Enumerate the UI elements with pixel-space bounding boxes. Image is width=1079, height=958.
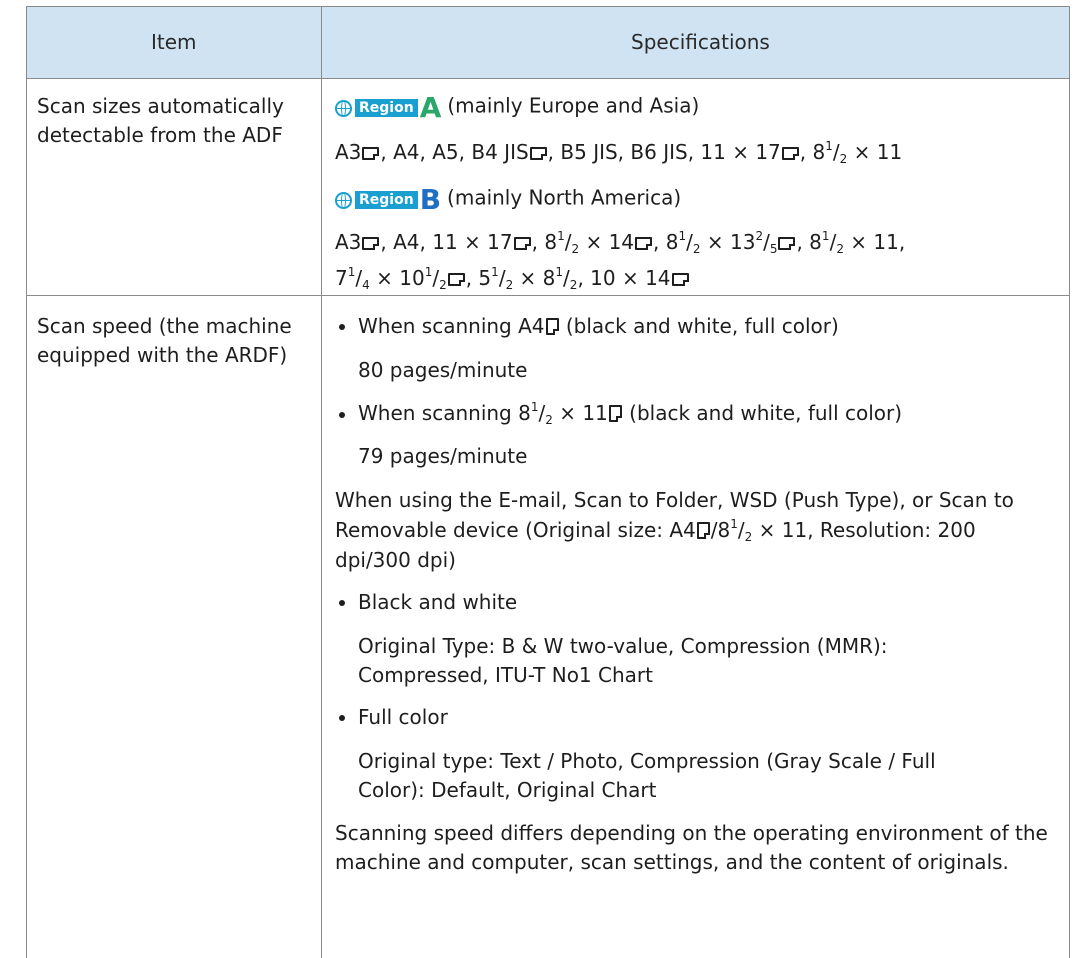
usage-line1: When using the E-mail, Scan to Folder, W… <box>335 488 1014 512</box>
landscape-icon <box>513 237 531 250</box>
landscape-icon <box>781 147 799 160</box>
region-b-letter: B <box>419 183 442 216</box>
landscape-icon <box>778 237 796 250</box>
scan-a4-line: When scanning A4 (black and white, full … <box>358 314 839 338</box>
fc-label: Full color <box>358 705 448 729</box>
region-a-desc: (mainly Europe and Asia) <box>447 93 700 118</box>
region-a-letter: A <box>419 91 442 124</box>
bullet-icon <box>339 715 345 721</box>
bullet-icon <box>339 600 345 606</box>
bw-label: Black and white <box>358 590 518 614</box>
fc-desc-line2: Color): Default, Original Chart <box>358 778 657 802</box>
row2-item-line2: equipped with the ARDF) <box>37 343 288 367</box>
note-line2: machine and computer, scan settings, and… <box>335 850 1009 874</box>
region-a-sizes: A3, A4, A5, B4 JIS, B5 JIS, B6 JIS, 11 ×… <box>335 139 903 166</box>
scan-letter-line: When scanning 81/2 × 11 (black and white… <box>358 400 903 427</box>
globe-icon <box>335 99 352 117</box>
bw-desc-line1: Original Type: B & W two-value, Compress… <box>358 634 888 658</box>
column-header-item: Item <box>151 30 197 54</box>
usage-line3: dpi/300 dpi) <box>335 548 456 572</box>
fc-desc-line1: Original type: Text / Photo, Compression… <box>358 749 936 773</box>
region-label: Region <box>355 191 418 209</box>
table-border <box>1069 6 1070 958</box>
region-a-badge: Region A <box>335 94 441 122</box>
portrait-icon <box>608 405 622 422</box>
row2-item-line1: Scan speed (the machine <box>37 314 292 338</box>
bullet-icon <box>339 324 345 330</box>
region-b-line: Region B (mainly North America) <box>335 186 681 214</box>
row1-item-line1: Scan sizes automatically <box>37 94 284 118</box>
row1-item-line2: detectable from the ADF <box>37 123 283 147</box>
region-label: Region <box>355 99 418 117</box>
table-border <box>26 78 1070 79</box>
pages-letter: 79 pages/minute <box>358 444 528 468</box>
landscape-icon <box>635 237 653 250</box>
column-header-specifications: Specifications <box>631 30 770 54</box>
portrait-icon <box>545 318 559 335</box>
landscape-icon <box>671 273 689 286</box>
bullet-icon <box>339 412 345 418</box>
landscape-icon <box>362 237 380 250</box>
note-line1: Scanning speed differs depending on the … <box>335 821 1048 845</box>
table-border <box>26 6 27 958</box>
region-b-sizes-line1: A3, A4, 11 × 17, 81/2 × 14, 81/2 × 132/5… <box>335 229 906 256</box>
pages-a4: 80 pages/minute <box>358 358 528 382</box>
region-b-badge: Region B <box>335 186 441 214</box>
landscape-icon <box>447 273 465 286</box>
bw-desc-line2: Compressed, ITU-T No1 Chart <box>358 663 653 687</box>
region-b-desc: (mainly North America) <box>447 185 682 210</box>
region-a-line: Region A (mainly Europe and Asia) <box>335 94 699 122</box>
globe-icon <box>335 191 352 209</box>
landscape-icon <box>362 147 380 160</box>
landscape-icon <box>529 147 547 160</box>
table-border <box>26 295 1070 296</box>
table-border <box>26 6 1070 7</box>
region-b-sizes-line2: 71/4 × 101/2, 51/2 × 81/2, 10 × 14 <box>335 266 690 291</box>
portrait-icon <box>696 522 710 539</box>
table-border <box>321 6 322 958</box>
usage-line2: Removable device (Original size: A4/81/2… <box>335 517 976 544</box>
